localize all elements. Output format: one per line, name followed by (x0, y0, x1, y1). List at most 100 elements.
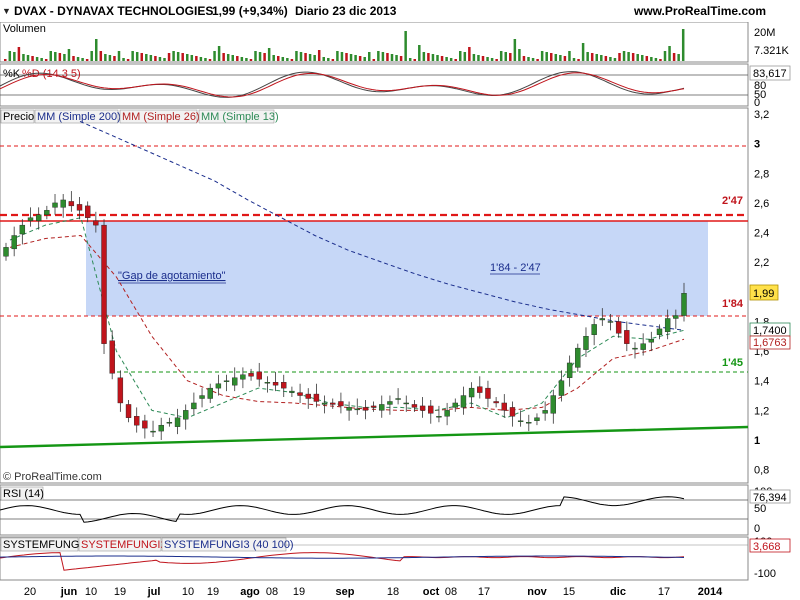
volume-bar (90, 51, 93, 61)
candle-body (354, 408, 360, 411)
volume-bar (249, 59, 253, 61)
volume-bar (395, 55, 398, 61)
volume-bar (195, 56, 198, 61)
candle-body (452, 402, 458, 408)
volume-bar (122, 58, 125, 61)
volume-bar (267, 48, 271, 61)
rsi-axis-0: 0 (754, 523, 760, 535)
volume-bar (54, 52, 57, 61)
volume-bar (404, 31, 407, 61)
candle-body (191, 402, 197, 410)
volume-bar (331, 59, 335, 61)
x-axis-tick: nov (527, 586, 547, 598)
volume-bar (386, 53, 389, 61)
volume-bar (8, 51, 12, 61)
volume-bar (322, 57, 325, 61)
candle-body (52, 202, 58, 208)
fungi-label-1: SYSTEMFUNGI (3, 539, 82, 551)
volume-bar (204, 58, 207, 61)
fungi-panel: SYSTEMFUNGI SYSTEMFUNGI2 SYSTEMFUNGI3 (4… (0, 536, 791, 581)
volume-bar (208, 59, 212, 61)
volume-bar (186, 54, 189, 61)
volume-bar (413, 59, 416, 61)
candle-body (101, 224, 107, 344)
volume-bar (304, 53, 307, 61)
x-axis-tick: oct (423, 586, 440, 598)
candle-body (321, 402, 328, 405)
x-axis-tick: 2014 (698, 586, 723, 598)
ma-tag-2: 1,6763 (753, 337, 787, 349)
x-axis-tick: ago (240, 586, 260, 598)
volume-bar (463, 52, 467, 61)
x-axis-tick: 10 (182, 586, 194, 598)
candle-body (403, 402, 409, 405)
volume-bar (590, 53, 594, 61)
candle-body (256, 371, 262, 380)
fungi-axis-neg100: -100 (754, 568, 776, 580)
volume-bar (245, 58, 248, 61)
fungi-label-2: SYSTEMFUNGI2 (81, 539, 167, 551)
volume-bar (513, 39, 517, 61)
candle-body (166, 422, 173, 424)
volume-bar (181, 53, 184, 61)
volume-bar (563, 56, 567, 61)
volume-bar (399, 56, 403, 61)
candle-body (460, 395, 467, 408)
volume-bar (290, 59, 294, 61)
ma26-label: MM (Simple 26) (122, 111, 200, 123)
volume-bar (408, 58, 412, 61)
candle-body (607, 321, 614, 323)
site-link[interactable]: www.ProRealTime.com (634, 4, 766, 18)
candle-body (76, 204, 83, 211)
volume-bar (536, 59, 539, 61)
volume-bar (281, 57, 285, 61)
volume-bar (659, 59, 662, 61)
volume-bar (145, 54, 148, 61)
candle-body (183, 410, 189, 420)
volume-bar (477, 55, 480, 61)
volume-bar (131, 51, 134, 61)
volume-bar (645, 56, 649, 61)
x-axis-tick: 17 (658, 586, 670, 598)
candle-body (93, 220, 99, 226)
candle-body (477, 386, 483, 393)
candle-body (346, 407, 352, 411)
chevron-down-icon[interactable]: ▼ (2, 6, 11, 16)
rsi-label: RSI (14) (3, 488, 44, 500)
volume-bar (85, 59, 89, 61)
candle-body (599, 318, 606, 321)
candle-body (485, 387, 491, 399)
x-axis-tick: 08 (445, 586, 457, 598)
candle-body (330, 402, 336, 405)
candle-body (84, 205, 91, 218)
volume-bar (577, 59, 580, 61)
price-axis-tick: 0,8 (754, 465, 769, 477)
x-axis-tick: 10 (85, 586, 97, 598)
volume-bar (258, 52, 262, 61)
candle-body (223, 380, 230, 382)
volume-bar (167, 53, 171, 61)
volume-bar (354, 55, 357, 61)
candle-body (493, 401, 499, 404)
candle-body (240, 374, 246, 380)
price-axis-tick: 2,4 (754, 228, 769, 240)
fungi-label-3: SYSTEMFUNGI3 (40 100) (164, 539, 294, 551)
volume-bar (349, 54, 353, 61)
price-label: Precio (3, 111, 34, 123)
volume-bar (636, 54, 639, 61)
candle-body (379, 404, 385, 411)
volume-bar (681, 29, 685, 61)
x-axis-tick: 15 (563, 586, 575, 598)
volume-label: Volumen (3, 23, 46, 35)
volume-bar (140, 53, 143, 61)
price-axis-tick: 1,4 (754, 376, 769, 388)
volume-bar (545, 52, 548, 61)
volume-bar (472, 54, 476, 61)
volume-bar (600, 55, 603, 61)
candle-body (125, 404, 132, 418)
volume-bar (672, 53, 676, 61)
volume-bar (99, 51, 103, 61)
candle-body (648, 339, 655, 343)
candle-body (133, 416, 140, 426)
price-axis-tick: 1,2 (754, 405, 769, 417)
